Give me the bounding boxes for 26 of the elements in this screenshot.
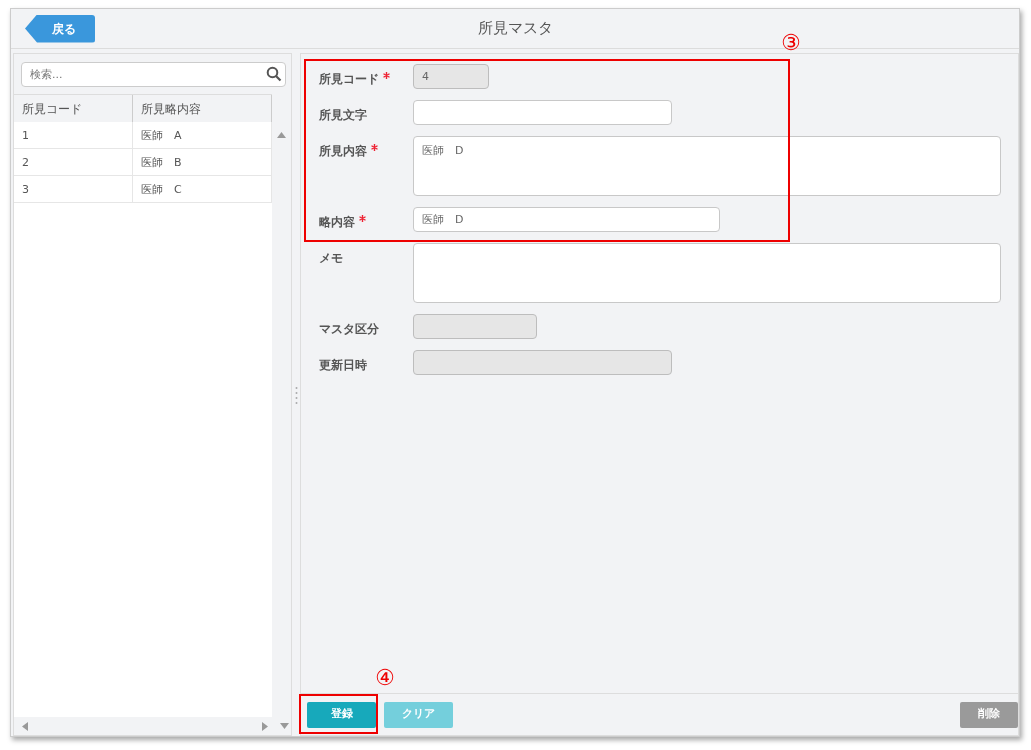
search-icon [266, 66, 282, 82]
field-label: 更新日時 [319, 357, 367, 374]
field-label: 所見文字 [319, 107, 367, 124]
back-button[interactable]: 戻る [25, 14, 95, 43]
annotation-number: ③ [781, 32, 801, 54]
field-label: 所見内容 [319, 143, 367, 160]
input-field[interactable] [413, 100, 672, 125]
table-cell: 1 [14, 122, 133, 148]
text-area[interactable] [413, 243, 1001, 303]
annotation-number: ④ [375, 667, 395, 689]
field-label: メモ [319, 250, 343, 267]
field-label: マスタ区分 [319, 321, 379, 338]
scroll-left-icon[interactable] [22, 721, 28, 731]
register-button[interactable]: 登録 [307, 701, 376, 728]
splitter-handle-icon[interactable] [294, 385, 298, 404]
input-field[interactable]: 医師 D [413, 207, 720, 232]
table-cell: 2 [14, 149, 133, 175]
scroll-down-icon[interactable] [280, 723, 289, 729]
page-title: 所見マスタ [477, 19, 553, 38]
text-area[interactable]: 医師 D [413, 136, 1001, 196]
field-label: 所見コード [319, 71, 379, 88]
search-field[interactable]: 検索... [21, 62, 286, 87]
field-label: 略内容 [319, 214, 355, 231]
scroll-up-icon[interactable] [277, 132, 286, 138]
table-cell: 3 [14, 176, 133, 202]
scroll-right-icon[interactable] [262, 721, 268, 731]
